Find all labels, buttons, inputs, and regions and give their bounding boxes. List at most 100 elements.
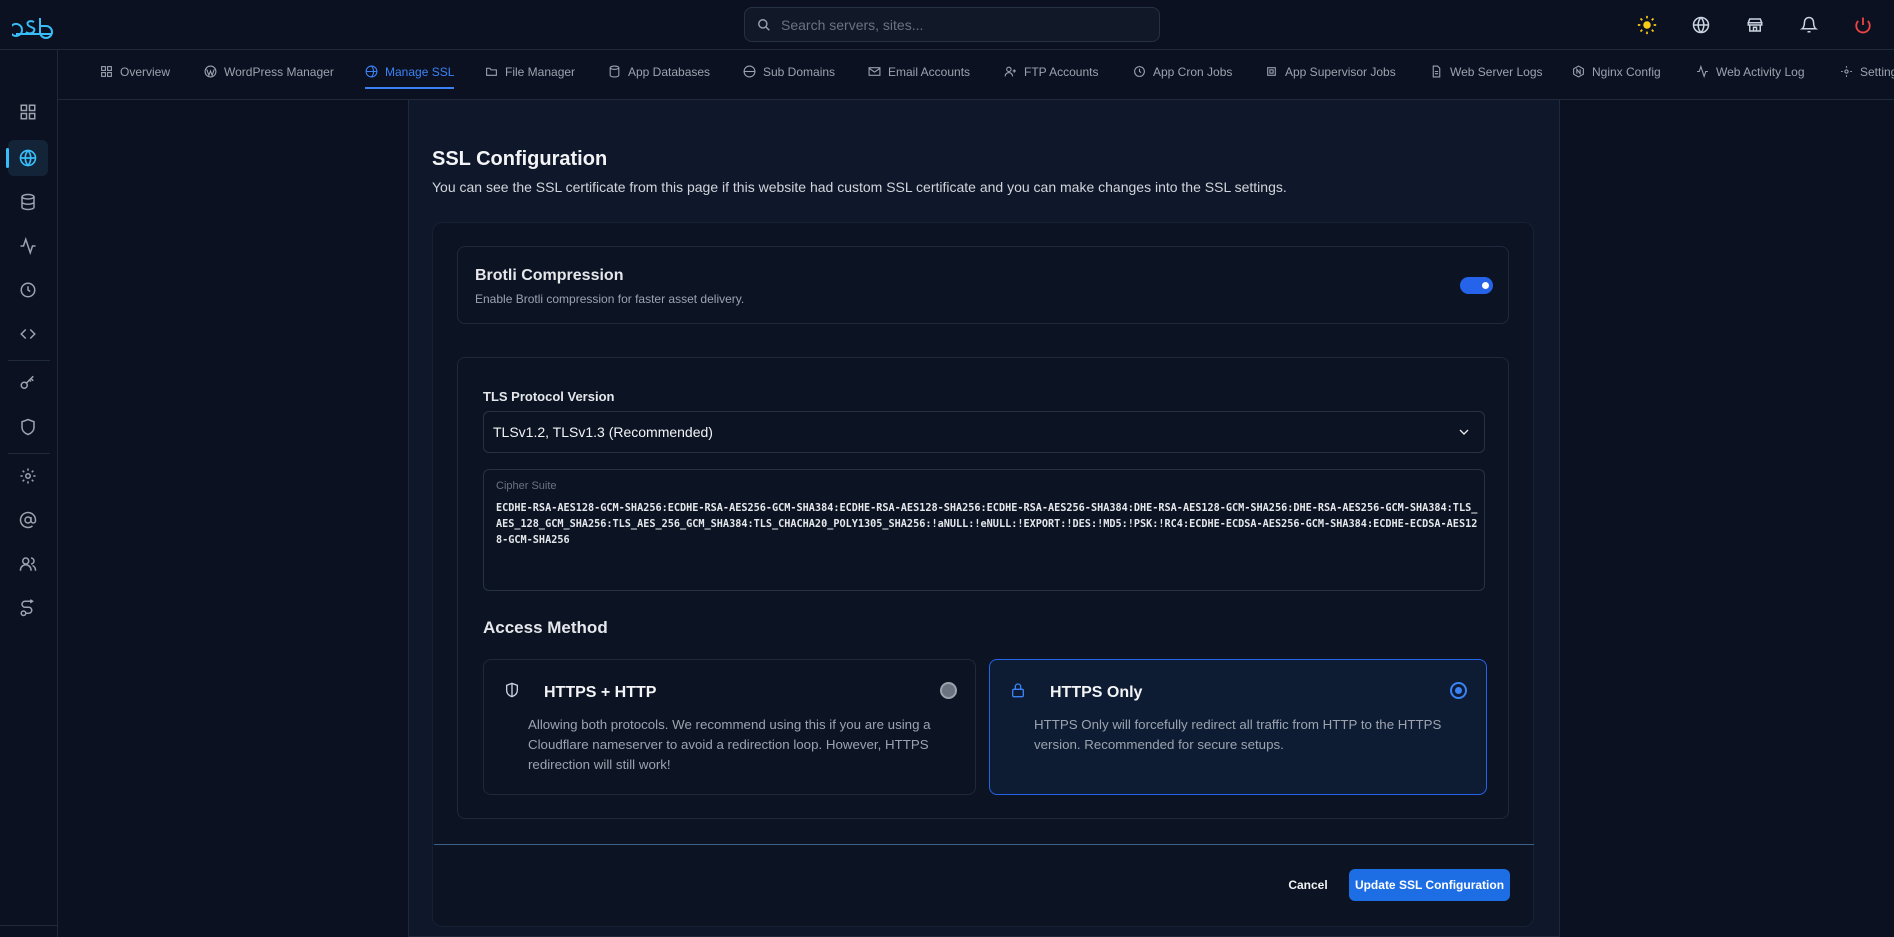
grid-icon (101, 66, 112, 77)
tab-label: FTP Accounts (1024, 65, 1099, 79)
tab-label: Overview (120, 65, 171, 79)
search-box[interactable] (744, 7, 1160, 42)
search-input[interactable] (781, 16, 1141, 33)
update-ssl-button[interactable]: Update SSL Configuration (1349, 869, 1510, 901)
sidebar-divider (8, 360, 50, 361)
tls-select[interactable]: TLSv1.2, TLSv1.3 (Recommended) (483, 411, 1485, 453)
brotli-title: Brotli Compression (475, 267, 624, 284)
logo-icon[interactable] (12, 10, 56, 40)
chevron-down-icon (1459, 429, 1469, 435)
sidebar-item-monitoring[interactable] (8, 228, 48, 264)
bell-icon[interactable] (1796, 12, 1822, 38)
tab-email-accounts[interactable]: Email Accounts (868, 65, 970, 97)
brotli-description: Enable Brotli compression for faster ass… (475, 292, 745, 306)
top-bar (0, 0, 1894, 50)
option-title: HTTPS Only (1050, 684, 1143, 701)
tab-label: Manage SSL (385, 65, 455, 79)
sidebar-item-security[interactable] (8, 409, 48, 445)
nginx-icon (1573, 65, 1584, 78)
database-icon (21, 193, 35, 211)
sidebar-divider (8, 453, 50, 454)
access-option-https-http[interactable]: HTTPS + HTTP Allowing both protocols. We… (483, 659, 976, 795)
shield-icon (506, 682, 518, 698)
radio-https-only[interactable] (1450, 682, 1467, 699)
radio-https-http[interactable] (940, 682, 957, 699)
globe-network-icon (19, 149, 37, 167)
key-icon (20, 375, 34, 389)
sidebar-item-keys[interactable] (8, 365, 48, 401)
footer-divider (434, 844, 1534, 845)
sidebar-item-databases[interactable] (8, 184, 48, 220)
cancel-button[interactable]: Cancel (1278, 870, 1338, 900)
globe-icon[interactable] (1688, 12, 1714, 38)
tab-ftp-accounts[interactable]: FTP Accounts (1004, 65, 1098, 97)
ssl-icon (365, 65, 378, 78)
tab-app-supervisor-jobs[interactable]: App Supervisor Jobs (1265, 65, 1396, 97)
sidebar-item-routing[interactable] (8, 590, 48, 626)
cipher-suite-field[interactable]: Cipher Suite ECDHE-RSA-AES128-GCM-SHA256… (483, 469, 1485, 591)
tab-overview[interactable]: Overview (100, 65, 170, 97)
sidebar-item-dashboard[interactable] (8, 94, 48, 130)
access-option-https-only[interactable]: HTTPS Only HTTPS Only will forcefully re… (989, 659, 1487, 795)
tab-label: Settings (1860, 65, 1894, 79)
activity-icon (1697, 65, 1708, 78)
cipher-suite-label: Cipher Suite (496, 480, 557, 492)
sidebar-item-code[interactable] (8, 316, 48, 352)
option-description: Allowing both protocols. We recommend us… (528, 717, 931, 772)
code-icon (20, 328, 36, 340)
tab-app-databases[interactable]: App Databases (608, 65, 710, 97)
clock-icon (20, 282, 36, 298)
search-icon (758, 18, 770, 31)
power-icon[interactable] (1850, 12, 1876, 38)
user-plus-icon (1004, 66, 1016, 77)
activity-icon (20, 237, 36, 255)
sidebar-item-settings[interactable] (8, 458, 48, 494)
tab-sub-domains[interactable]: Sub Domains (743, 65, 835, 97)
tab-label: WordPress Manager (224, 65, 334, 79)
sidebar-item-sites[interactable] (6, 140, 48, 176)
route-icon (20, 599, 34, 617)
tab-nginx-config[interactable]: Nginx Config (1572, 65, 1661, 97)
tab-manage-ssl[interactable]: Manage SSL (365, 65, 455, 97)
sidebar-item-email[interactable] (8, 502, 48, 538)
tab-bar: Overview WordPress Manager Manage SSL Fi… (58, 50, 1894, 100)
tab-wordpress-manager[interactable]: WordPress Manager (204, 65, 334, 97)
sun-icon[interactable] (1634, 12, 1660, 38)
cpu-icon (1267, 67, 1276, 76)
at-sign-icon (19, 511, 37, 529)
brotli-toggle[interactable] (1460, 277, 1493, 294)
tab-app-cron-jobs[interactable]: App Cron Jobs (1133, 65, 1232, 97)
tab-web-server-logs[interactable]: Web Server Logs (1430, 65, 1543, 97)
sidebar-item-users[interactable] (8, 546, 48, 582)
tab-web-activity-log[interactable]: Web Activity Log (1696, 65, 1805, 97)
file-icon (1432, 65, 1441, 78)
folder-icon (486, 67, 497, 76)
sidebar-item-cron[interactable] (8, 272, 48, 308)
database-icon (609, 65, 620, 78)
tab-label: Web Activity Log (1716, 65, 1805, 79)
mail-icon (868, 67, 881, 76)
tls-selected-value: TLSv1.2, TLSv1.3 (Recommended) (493, 424, 713, 440)
wordpress-icon (204, 65, 217, 78)
lock-icon (1012, 683, 1024, 698)
tab-label: Email Accounts (888, 65, 971, 79)
top-icons (1634, 12, 1876, 38)
tls-label: TLS Protocol Version (483, 389, 615, 404)
tab-label: File Manager (505, 65, 576, 79)
option-description: HTTPS Only will forcefully redirect all … (1034, 717, 1442, 752)
store-icon[interactable] (1742, 12, 1768, 38)
users-icon (19, 557, 37, 571)
globe-icon (743, 65, 756, 78)
tab-label: Nginx Config (1592, 65, 1661, 79)
cipher-suite-value[interactable]: ECDHE-RSA-AES128-GCM-SHA256:ECDHE-RSA-AE… (496, 501, 1481, 549)
tab-settings[interactable]: Settings (1840, 65, 1894, 97)
option-title: HTTPS + HTTP (544, 684, 657, 701)
tab-label: App Databases (628, 65, 711, 79)
gear-icon (1841, 66, 1852, 77)
sidebar-divider (0, 925, 58, 926)
tab-file-manager[interactable]: File Manager (485, 65, 575, 97)
clock-icon (1134, 66, 1145, 77)
brotli-panel (457, 246, 1509, 324)
tab-label: Sub Domains (763, 65, 836, 79)
page-description: You can see the SSL certificate from thi… (432, 179, 1287, 195)
